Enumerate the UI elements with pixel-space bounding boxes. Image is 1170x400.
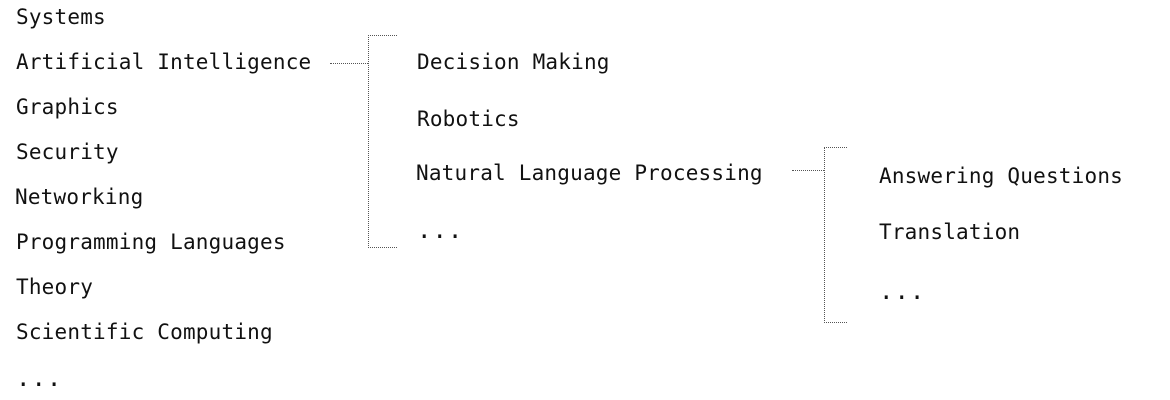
leaf-translation: Translation [879,220,1021,244]
topic-artificial-intelligence: Artificial Intelligence [16,50,312,74]
topic-networking: Networking [15,185,144,209]
subtopic-natural-language-processing: Natural Language Processing [416,161,763,185]
subtopic-decision-making: Decision Making [417,50,610,74]
subtopic-robotics: Robotics [417,107,520,131]
topic-security: Security [16,140,119,164]
subtopic-ellipsis: ... [417,216,464,244]
taxonomy-diagram: Systems Artificial Intelligence Graphics… [0,0,1170,400]
leaf-ellipsis: ... [879,277,926,305]
leaf-answering-questions: Answering Questions [879,164,1124,188]
topic-systems: Systems [16,5,106,29]
topic-ellipsis: ... [16,364,63,392]
topic-scientific-computing: Scientific Computing [16,320,273,344]
topic-programming-languages: Programming Languages [16,230,286,254]
topic-graphics: Graphics [16,95,119,119]
connector-ai-bracket [368,35,397,248]
connector-ai-line [330,63,368,64]
topic-theory: Theory [16,275,94,299]
connector-nlp-bracket [824,147,847,323]
connector-nlp-line [792,170,824,171]
